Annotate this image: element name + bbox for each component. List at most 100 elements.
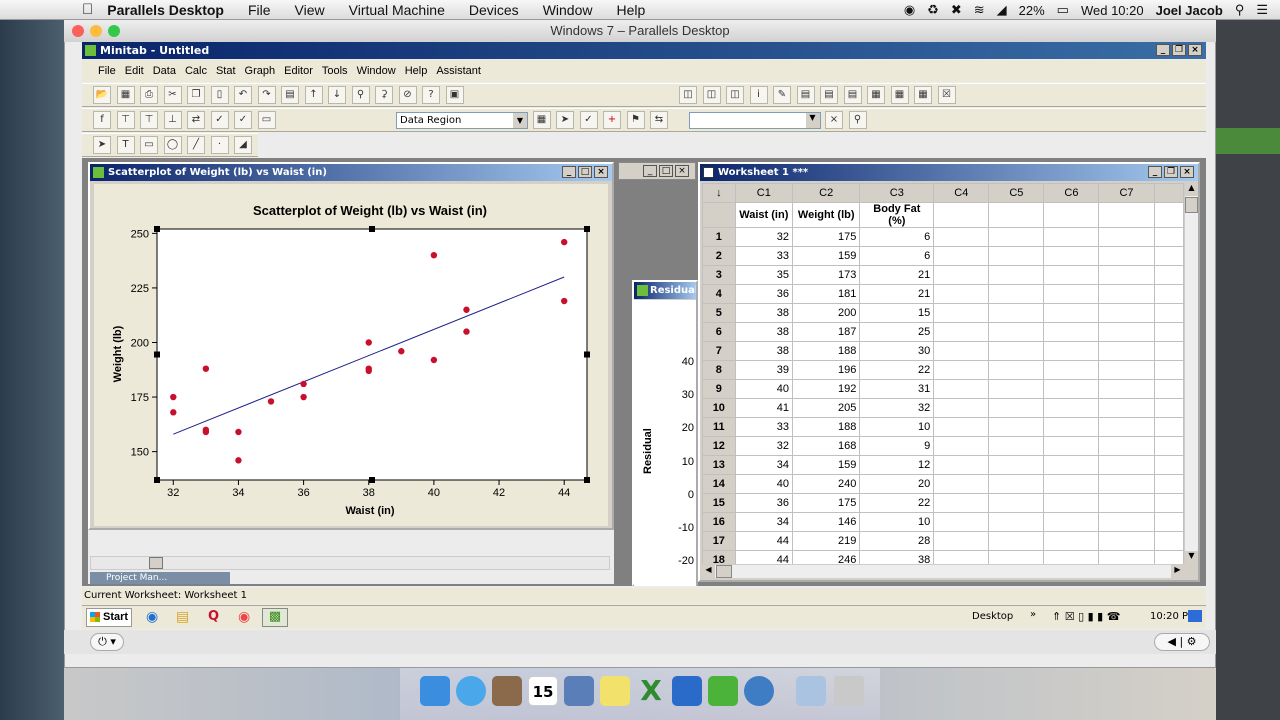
column-name-c3[interactable]: Body Fat (%) bbox=[859, 202, 935, 228]
brush-icon[interactable]: ✓ bbox=[210, 111, 229, 129]
safari-icon[interactable] bbox=[456, 676, 486, 706]
x-tick-label[interactable]: 32 bbox=[167, 487, 179, 499]
row-number[interactable]: 12 bbox=[702, 436, 736, 456]
selection-handle[interactable] bbox=[584, 226, 590, 232]
table-cell[interactable] bbox=[1043, 227, 1100, 247]
mac-menu-help[interactable]: Help bbox=[616, 2, 645, 18]
table-cell[interactable]: 33 bbox=[734, 417, 794, 437]
row-number[interactable]: 3 bbox=[702, 265, 736, 285]
table-cell[interactable]: 32 bbox=[859, 398, 935, 418]
y-tick-label[interactable]: 225 bbox=[131, 283, 149, 295]
table-cell[interactable] bbox=[933, 379, 990, 399]
table-cell[interactable] bbox=[1153, 227, 1184, 247]
apple-icon[interactable]:  bbox=[82, 1, 93, 18]
data-point[interactable] bbox=[560, 297, 568, 305]
restore-button[interactable]: ❐ bbox=[1172, 44, 1186, 56]
minimize-button[interactable]: _ bbox=[562, 166, 576, 178]
sync-icon[interactable]: ♻ bbox=[927, 2, 939, 18]
table-cell[interactable] bbox=[933, 531, 990, 551]
parallels-icon[interactable] bbox=[672, 676, 702, 706]
selection-handle[interactable] bbox=[584, 351, 590, 358]
table-cell[interactable] bbox=[1043, 436, 1100, 456]
table-cell[interactable] bbox=[1043, 474, 1100, 494]
ie-icon[interactable]: ◉ bbox=[146, 609, 158, 625]
related-docs-icon[interactable]: ▤ bbox=[820, 86, 838, 104]
table-cell[interactable]: 32 bbox=[734, 436, 794, 456]
data-direction-arrow[interactable]: ↓ bbox=[702, 183, 736, 203]
table-row[interactable]: 16 34 146 10 bbox=[702, 512, 1184, 532]
table-cell[interactable] bbox=[1153, 417, 1184, 437]
close-button[interactable]: × bbox=[675, 165, 689, 177]
table-cell[interactable]: 146 bbox=[792, 512, 861, 532]
table-cell[interactable] bbox=[1098, 436, 1155, 456]
show-desktop-icon[interactable] bbox=[1188, 610, 1202, 622]
table-cell[interactable]: 159 bbox=[792, 246, 861, 266]
table-cell[interactable] bbox=[933, 512, 990, 532]
start-button[interactable]: Start bbox=[86, 608, 132, 627]
data-point[interactable] bbox=[300, 380, 307, 388]
table-cell[interactable] bbox=[1043, 246, 1100, 266]
cut-icon[interactable]: ✂ bbox=[163, 86, 182, 104]
stat-guide-icon[interactable]: ▣ bbox=[445, 86, 464, 104]
menu-edit[interactable]: Edit bbox=[125, 65, 144, 77]
table-cell[interactable]: 38 bbox=[734, 303, 794, 323]
table-cell[interactable] bbox=[1153, 303, 1184, 323]
power-icon[interactable]: ⏻ ▾ bbox=[90, 633, 124, 651]
table-cell[interactable] bbox=[988, 398, 1045, 418]
table-cell[interactable]: 21 bbox=[859, 265, 935, 285]
close-button[interactable]: × bbox=[594, 166, 608, 178]
redo-icon[interactable]: ↷ bbox=[257, 86, 276, 104]
volume-icon[interactable]: ◢ bbox=[997, 2, 1007, 18]
design-icon[interactable]: ▤ bbox=[843, 86, 862, 104]
table-cell[interactable]: 219 bbox=[792, 531, 861, 551]
table-cell[interactable]: 22 bbox=[859, 360, 935, 380]
menu-editor[interactable]: Editor bbox=[284, 65, 313, 77]
table-cell[interactable]: 36 bbox=[734, 284, 794, 304]
table-cell[interactable] bbox=[1153, 455, 1184, 475]
row-number[interactable]: 7 bbox=[702, 341, 736, 361]
insert-rows-icon[interactable]: ⊤ bbox=[140, 111, 158, 129]
maximize-button[interactable]: □ bbox=[578, 166, 592, 178]
table-row[interactable]: 5 38 200 15 bbox=[702, 303, 1184, 323]
table-cell[interactable] bbox=[1098, 493, 1155, 513]
row-number[interactable]: 13 bbox=[702, 455, 736, 475]
table-cell[interactable] bbox=[988, 322, 1045, 342]
eraser-icon[interactable]: ▭ bbox=[257, 111, 276, 129]
table-cell[interactable] bbox=[988, 227, 1045, 247]
desktop-toolbar[interactable]: Desktop bbox=[972, 611, 1013, 622]
chevron-icon[interactable]: » bbox=[1030, 609, 1036, 620]
row-number[interactable]: 10 bbox=[702, 398, 736, 418]
rectangle-icon[interactable]: ▭ bbox=[140, 136, 158, 154]
column-header-c3[interactable]: C3 bbox=[859, 183, 935, 203]
open-icon[interactable]: 📂 bbox=[93, 86, 111, 104]
save-icon[interactable]: ▦ bbox=[116, 86, 135, 104]
table-cell[interactable] bbox=[1098, 284, 1155, 304]
data-point[interactable] bbox=[267, 398, 275, 405]
table-cell[interactable] bbox=[933, 303, 990, 323]
table-cell[interactable]: 20 bbox=[859, 474, 935, 494]
table-cell[interactable] bbox=[1043, 284, 1100, 304]
table-cell[interactable]: 40 bbox=[734, 379, 794, 399]
undo-icon[interactable]: ↶ bbox=[234, 86, 252, 104]
table-cell[interactable] bbox=[933, 284, 990, 304]
table-cell[interactable] bbox=[1098, 246, 1155, 266]
x-tick-label[interactable]: 36 bbox=[297, 487, 309, 499]
scroll-left-icon[interactable]: ◀ bbox=[702, 565, 715, 578]
table-cell[interactable] bbox=[1153, 284, 1184, 304]
table-cell[interactable] bbox=[933, 341, 990, 361]
battery-icon[interactable]: ▭ bbox=[1057, 2, 1069, 18]
data-point[interactable] bbox=[560, 238, 568, 246]
table-cell[interactable]: 175 bbox=[792, 227, 861, 247]
table-cell[interactable] bbox=[1098, 550, 1155, 564]
x-tick-label[interactable]: 44 bbox=[558, 487, 570, 499]
data-point[interactable] bbox=[365, 365, 372, 372]
table-cell[interactable] bbox=[1043, 398, 1100, 418]
column-header-c5[interactable]: C5 bbox=[988, 183, 1045, 203]
table-cell[interactable]: 35 bbox=[734, 265, 794, 285]
table-cell[interactable] bbox=[1043, 455, 1100, 475]
data-point[interactable] bbox=[235, 428, 242, 436]
column-name-c2[interactable]: Weight (lb) bbox=[792, 202, 861, 228]
row-number[interactable]: 1 bbox=[702, 227, 736, 247]
selection-handle[interactable] bbox=[154, 351, 160, 358]
table-cell[interactable] bbox=[933, 227, 990, 247]
